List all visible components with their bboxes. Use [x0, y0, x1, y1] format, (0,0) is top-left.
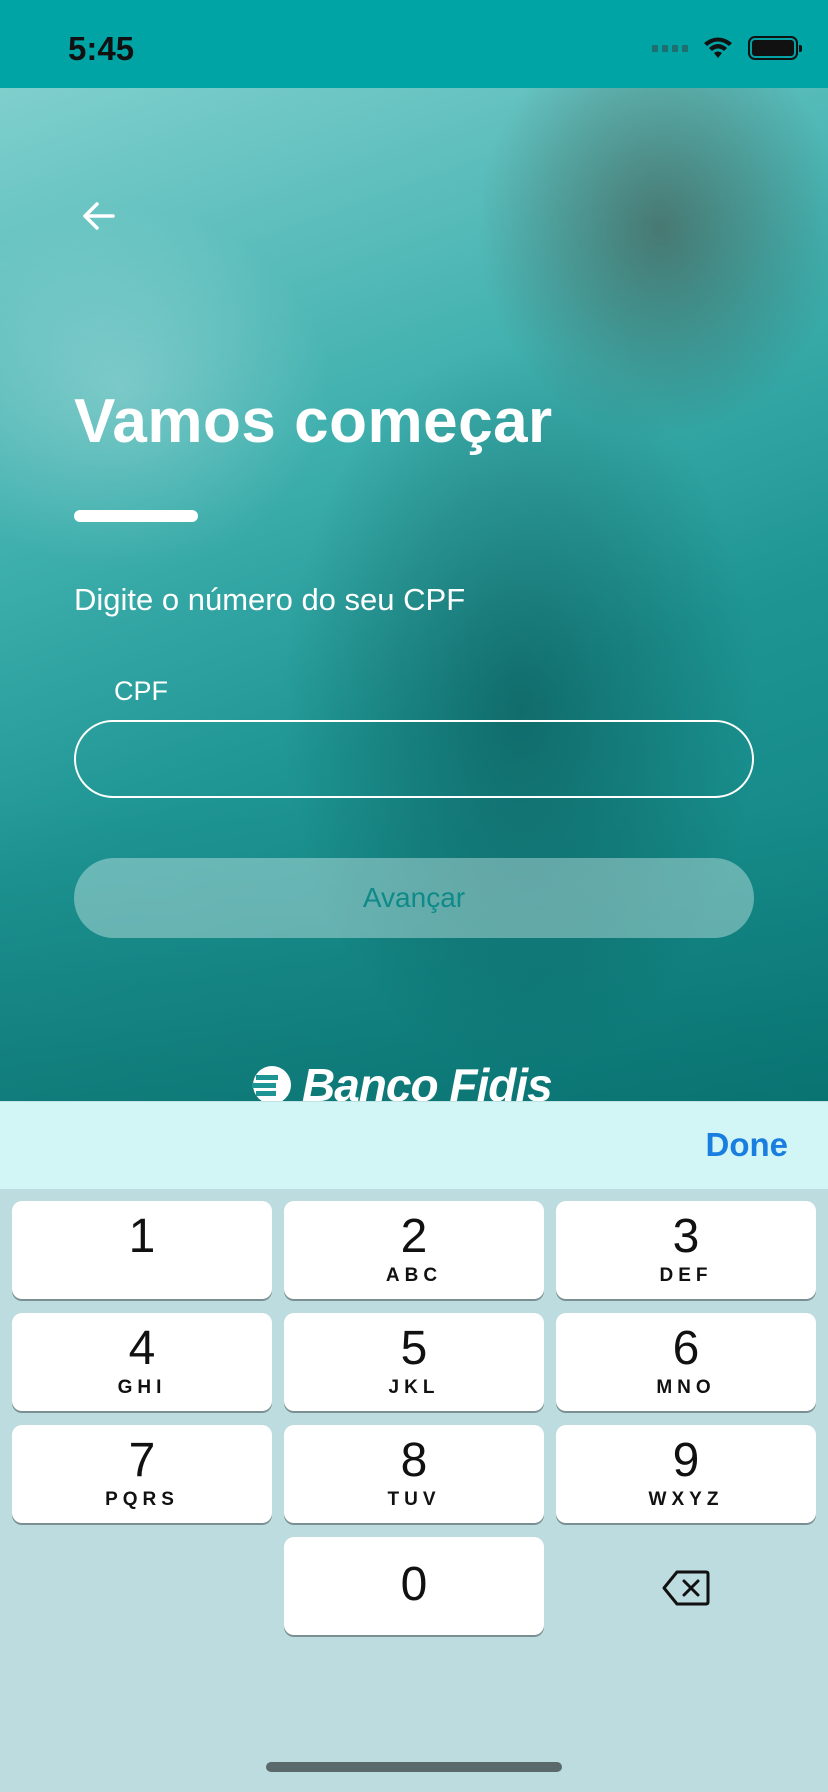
key-letters: GHI	[117, 1377, 167, 1398]
key-8[interactable]: 8 TUV	[284, 1425, 544, 1523]
key-letters: TUV	[387, 1489, 441, 1510]
key-digit: 0	[400, 1558, 428, 1611]
back-button[interactable]	[70, 188, 126, 244]
key-letters: MNO	[656, 1377, 716, 1398]
key-digit: 6	[672, 1322, 700, 1375]
key-4[interactable]: 4 GHI	[12, 1313, 272, 1411]
logo-text: Banco Fidis	[302, 1059, 553, 1101]
key-3[interactable]: 3 DEF	[556, 1201, 816, 1299]
key-0[interactable]: 0	[284, 1537, 544, 1635]
logo-mark-icon	[252, 1066, 291, 1101]
banco-fidis-logo: Banco Fidis	[252, 1058, 553, 1101]
key-digit: 9	[672, 1434, 700, 1487]
advance-button[interactable]: Avançar	[74, 858, 754, 938]
key-digit: 2	[400, 1210, 428, 1263]
key-letters: ABC	[385, 1265, 443, 1286]
back-arrow-icon	[83, 202, 115, 230]
delete-icon	[662, 1570, 710, 1606]
hero-background: Vamos começar Digite o número do seu CPF…	[0, 88, 828, 1101]
key-digit: 4	[128, 1322, 156, 1375]
key-letters: PQRS	[105, 1489, 179, 1510]
done-button[interactable]: Done	[706, 1126, 789, 1164]
key-digit: 5	[400, 1322, 428, 1375]
key-6[interactable]: 6 MNO	[556, 1313, 816, 1411]
key-digit: 8	[400, 1434, 428, 1487]
battery-icon	[748, 36, 802, 60]
key-letters: JKL	[388, 1377, 440, 1398]
wifi-icon	[704, 37, 732, 58]
cpf-label: CPF	[114, 676, 168, 706]
page-title: Vamos começar	[74, 387, 553, 456]
status-bar: 5:45	[0, 0, 828, 88]
instruction-text: Digite o número do seu CPF	[74, 582, 466, 617]
key-5[interactable]: 5 JKL	[284, 1313, 544, 1411]
keyboard-accessory-bar: Done	[0, 1101, 828, 1189]
title-underline	[74, 510, 198, 522]
status-icons	[652, 36, 802, 60]
delete-key[interactable]	[556, 1539, 816, 1637]
key-digit: 7	[128, 1434, 156, 1487]
home-indicator	[266, 1762, 562, 1772]
status-time: 5:45	[68, 30, 135, 67]
key-9[interactable]: 9 WXYZ	[556, 1425, 816, 1523]
key-2[interactable]: 2 ABC	[284, 1201, 544, 1299]
key-digit: 1	[128, 1210, 156, 1263]
cpf-input[interactable]	[74, 720, 754, 798]
key-letters: DEF	[659, 1265, 713, 1286]
key-1[interactable]: 1	[12, 1201, 272, 1299]
key-7[interactable]: 7 PQRS	[12, 1425, 272, 1523]
key-digit: 3	[672, 1210, 700, 1263]
numeric-keypad: 1 2 ABC 3 DEF 4 GHI 5 JKL 6 MNO 7 PQRS 8…	[0, 1189, 828, 1792]
key-letters: WXYZ	[648, 1489, 724, 1510]
signal-icon	[652, 44, 688, 52]
